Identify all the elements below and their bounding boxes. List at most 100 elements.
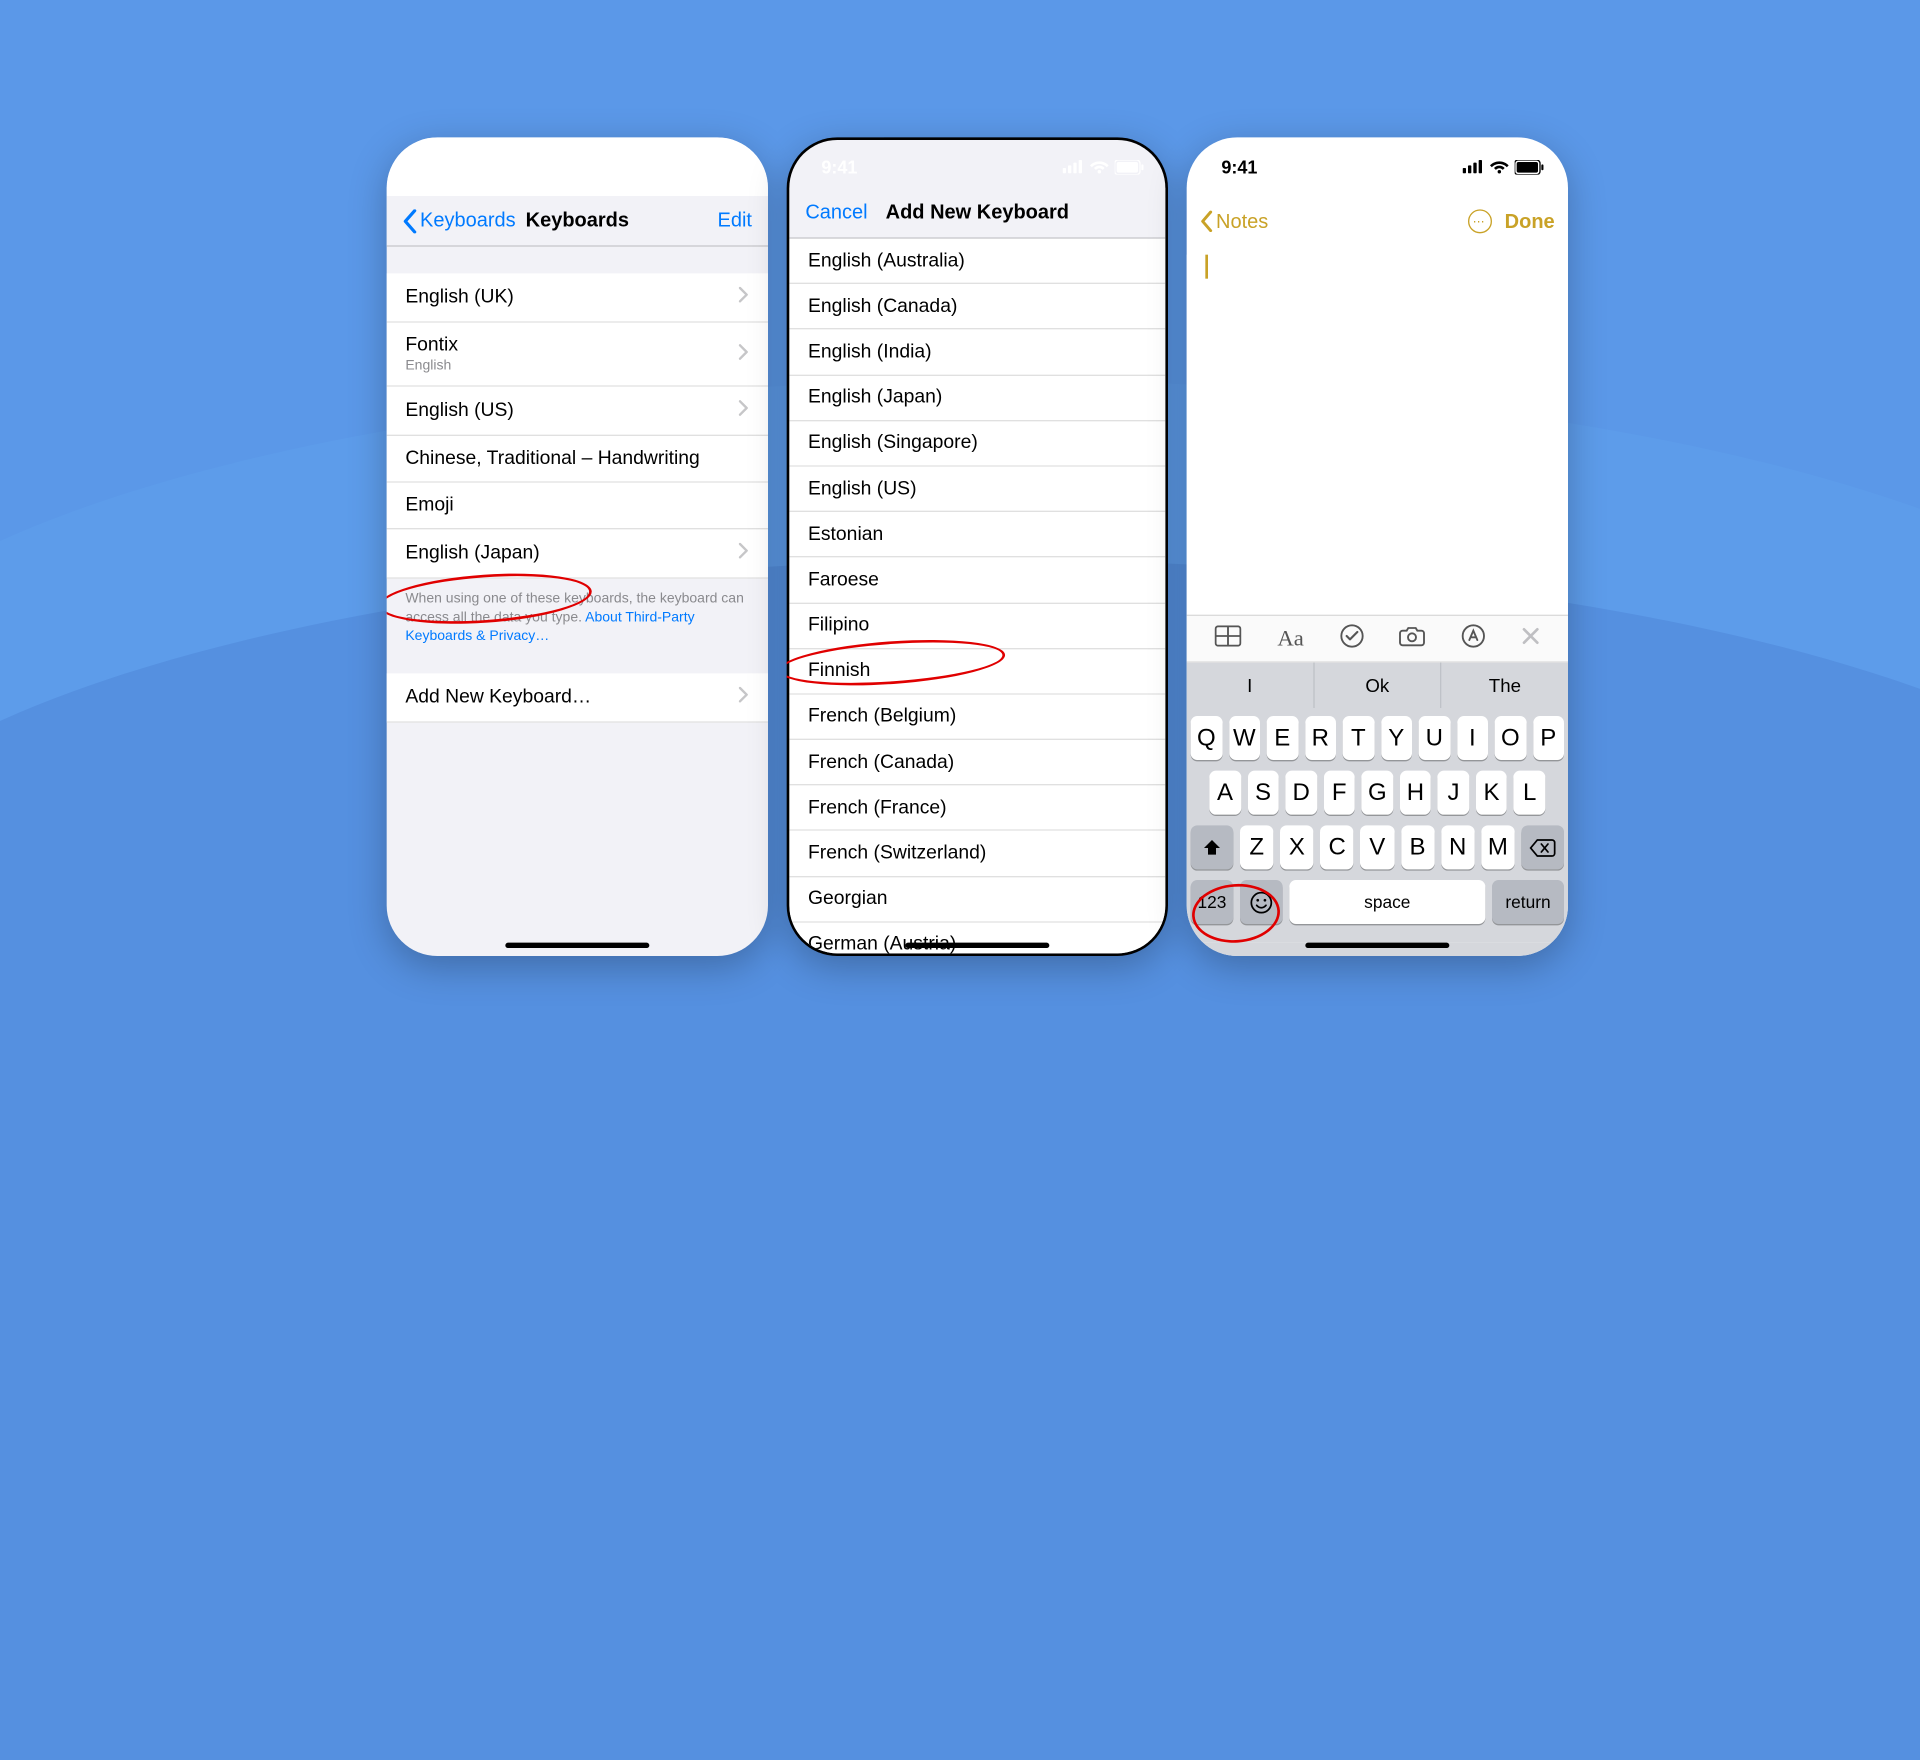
- keyboard-row[interactable]: Chinese, Traditional – Handwriting: [387, 436, 768, 483]
- delete-key[interactable]: [1521, 825, 1564, 869]
- privacy-footer: When using one of these keyboards, the k…: [387, 579, 768, 646]
- keyboard-label: English (US): [405, 400, 514, 421]
- cellular-icon: [1463, 160, 1484, 173]
- keyboard: QWERTYUIOP ASDFGHJKL ZXCVBNM 123 space r…: [1187, 708, 1568, 943]
- close-icon[interactable]: [1521, 626, 1540, 651]
- camera-icon[interactable]: [1399, 625, 1426, 653]
- letter-key[interactable]: O: [1495, 716, 1526, 760]
- keyboard-row[interactable]: Emoji: [387, 483, 768, 530]
- battery-icon: [1115, 159, 1144, 174]
- language-row[interactable]: Filipino: [789, 603, 1165, 649]
- shift-key[interactable]: [1191, 825, 1234, 869]
- language-row[interactable]: French (Switzerland): [789, 831, 1165, 877]
- markup-icon[interactable]: [1461, 623, 1485, 654]
- checklist-icon[interactable]: [1339, 623, 1363, 654]
- back-button[interactable]: Keyboards: [403, 209, 516, 233]
- letter-key[interactable]: J: [1438, 771, 1469, 815]
- language-row[interactable]: French (Belgium): [789, 694, 1165, 740]
- language-row[interactable]: Finnish: [789, 649, 1165, 695]
- language-row[interactable]: Faroese: [789, 558, 1165, 604]
- language-row[interactable]: English (US): [789, 467, 1165, 513]
- return-key[interactable]: return: [1492, 880, 1564, 924]
- language-row[interactable]: English (Singapore): [789, 421, 1165, 467]
- language-row[interactable]: Georgian: [789, 877, 1165, 923]
- edit-button[interactable]: Edit: [718, 209, 752, 232]
- emoji-key[interactable]: [1240, 880, 1283, 924]
- language-row[interactable]: English (Australia): [789, 239, 1165, 285]
- notes-format-toolbar: Aa: [1187, 615, 1568, 663]
- language-row[interactable]: German (Austria): [789, 922, 1165, 953]
- add-keyboard-label: Add New Keyboard…: [405, 686, 591, 707]
- letter-key[interactable]: S: [1247, 771, 1278, 815]
- more-icon[interactable]: ⋯: [1467, 209, 1491, 233]
- language-label: Georgian: [808, 888, 888, 909]
- language-label: Faroese: [808, 569, 879, 590]
- space-key[interactable]: space: [1289, 880, 1485, 924]
- language-label: French (Switzerland): [808, 843, 986, 864]
- language-row[interactable]: English (India): [789, 330, 1165, 376]
- letter-key[interactable]: L: [1514, 771, 1545, 815]
- letter-key[interactable]: B: [1401, 825, 1435, 869]
- letter-key[interactable]: U: [1419, 716, 1450, 760]
- done-button[interactable]: Done: [1505, 210, 1555, 233]
- letter-key[interactable]: F: [1324, 771, 1355, 815]
- language-label: English (Singapore): [808, 432, 978, 453]
- letter-key[interactable]: Z: [1240, 825, 1274, 869]
- letter-key[interactable]: T: [1343, 716, 1374, 760]
- letter-key[interactable]: R: [1305, 716, 1336, 760]
- suggestion[interactable]: I: [1187, 663, 1315, 708]
- table-icon[interactable]: [1215, 625, 1242, 653]
- keyboard-row[interactable]: English (UK): [387, 273, 768, 322]
- keyboard-label: English (UK): [405, 287, 514, 308]
- language-row[interactable]: English (Japan): [789, 375, 1165, 421]
- language-row[interactable]: French (Canada): [789, 740, 1165, 786]
- letter-key[interactable]: K: [1476, 771, 1507, 815]
- letter-key[interactable]: A: [1209, 771, 1240, 815]
- keyboard-label: Emoji: [405, 495, 453, 516]
- letter-key[interactable]: Y: [1381, 716, 1412, 760]
- letter-key[interactable]: X: [1280, 825, 1314, 869]
- phone-keyboards-settings: 9:41 Keyboards Keyboards Edit English (U…: [387, 137, 768, 956]
- language-label: English (Australia): [808, 250, 965, 271]
- chevron-right-icon: [739, 285, 750, 309]
- language-label: English (US): [808, 478, 917, 499]
- format-icon[interactable]: Aa: [1277, 625, 1303, 652]
- chevron-left-icon: [1200, 211, 1213, 232]
- keyboard-row[interactable]: English (Japan): [387, 529, 768, 578]
- letter-key[interactable]: G: [1362, 771, 1393, 815]
- language-row[interactable]: English (Canada): [789, 284, 1165, 330]
- letter-key[interactable]: W: [1229, 716, 1260, 760]
- letter-key[interactable]: E: [1267, 716, 1298, 760]
- language-list[interactable]: English (Australia)English (Canada)Engli…: [789, 239, 1165, 954]
- keyboard-list: English (UK) FontixEnglish English (US) Chi…: [387, 273, 768, 578]
- letter-key[interactable]: N: [1441, 825, 1475, 869]
- letter-key[interactable]: V: [1361, 825, 1395, 869]
- nav-bar: Keyboards Keyboards Edit: [387, 196, 768, 247]
- letter-key[interactable]: M: [1481, 825, 1515, 869]
- letter-key[interactable]: D: [1285, 771, 1316, 815]
- suggestion[interactable]: The: [1442, 663, 1568, 708]
- letter-key[interactable]: I: [1457, 716, 1488, 760]
- keyboard-label: English (Japan): [405, 543, 539, 564]
- letter-key[interactable]: C: [1320, 825, 1354, 869]
- back-button[interactable]: Notes: [1200, 210, 1268, 233]
- keyboard-label: Fontix: [405, 335, 458, 356]
- note-body[interactable]: [1187, 255, 1568, 615]
- battery-icon: [1515, 159, 1544, 174]
- phone-notes-keyboard: 9:41 Notes ⋯ Done Aa I Ok The QWERTYUIOP…: [1187, 137, 1568, 956]
- language-row[interactable]: French (France): [789, 786, 1165, 832]
- letter-key[interactable]: P: [1533, 716, 1564, 760]
- keyboard-row[interactable]: FontixEnglish: [387, 323, 768, 387]
- keyboard-row[interactable]: English (US): [387, 387, 768, 436]
- letter-key[interactable]: H: [1400, 771, 1431, 815]
- suggestion[interactable]: Ok: [1314, 663, 1442, 708]
- letter-key[interactable]: Q: [1191, 716, 1222, 760]
- cancel-button[interactable]: Cancel: [805, 201, 867, 224]
- chevron-right-icon: [739, 685, 750, 709]
- language-row[interactable]: Estonian: [789, 512, 1165, 558]
- numbers-key[interactable]: 123: [1191, 880, 1234, 924]
- status-indicators: [1063, 159, 1144, 174]
- add-new-keyboard-row[interactable]: Add New Keyboard…: [387, 673, 768, 722]
- language-label: Filipino: [808, 615, 869, 636]
- globe-key[interactable]: [1216, 955, 1245, 956]
